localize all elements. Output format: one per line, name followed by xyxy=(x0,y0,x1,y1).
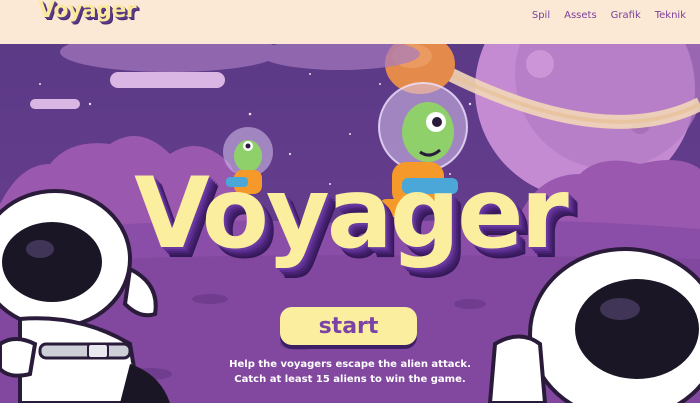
nav-link-assets[interactable]: Assets xyxy=(564,10,597,21)
game-title: Voyager xyxy=(134,157,569,271)
nav-link-spil[interactable]: Spil xyxy=(532,10,550,21)
instructions-line-1: Help the voyagers escape the alien attac… xyxy=(229,359,471,370)
top-navigation-bar: Voyager Spil Assets Grafik Teknik xyxy=(0,0,700,44)
main-nav: Spil Assets Grafik Teknik xyxy=(532,10,686,21)
game-instructions: Help the voyagers escape the alien attac… xyxy=(0,357,700,387)
instructions-line-2: Catch at least 15 aliens to win the game… xyxy=(234,374,466,385)
site-logo[interactable]: Voyager xyxy=(38,0,137,23)
nav-link-grafik[interactable]: Grafik xyxy=(611,10,641,21)
start-button[interactable]: start xyxy=(280,307,417,345)
nav-link-teknik[interactable]: Teknik xyxy=(655,10,686,21)
